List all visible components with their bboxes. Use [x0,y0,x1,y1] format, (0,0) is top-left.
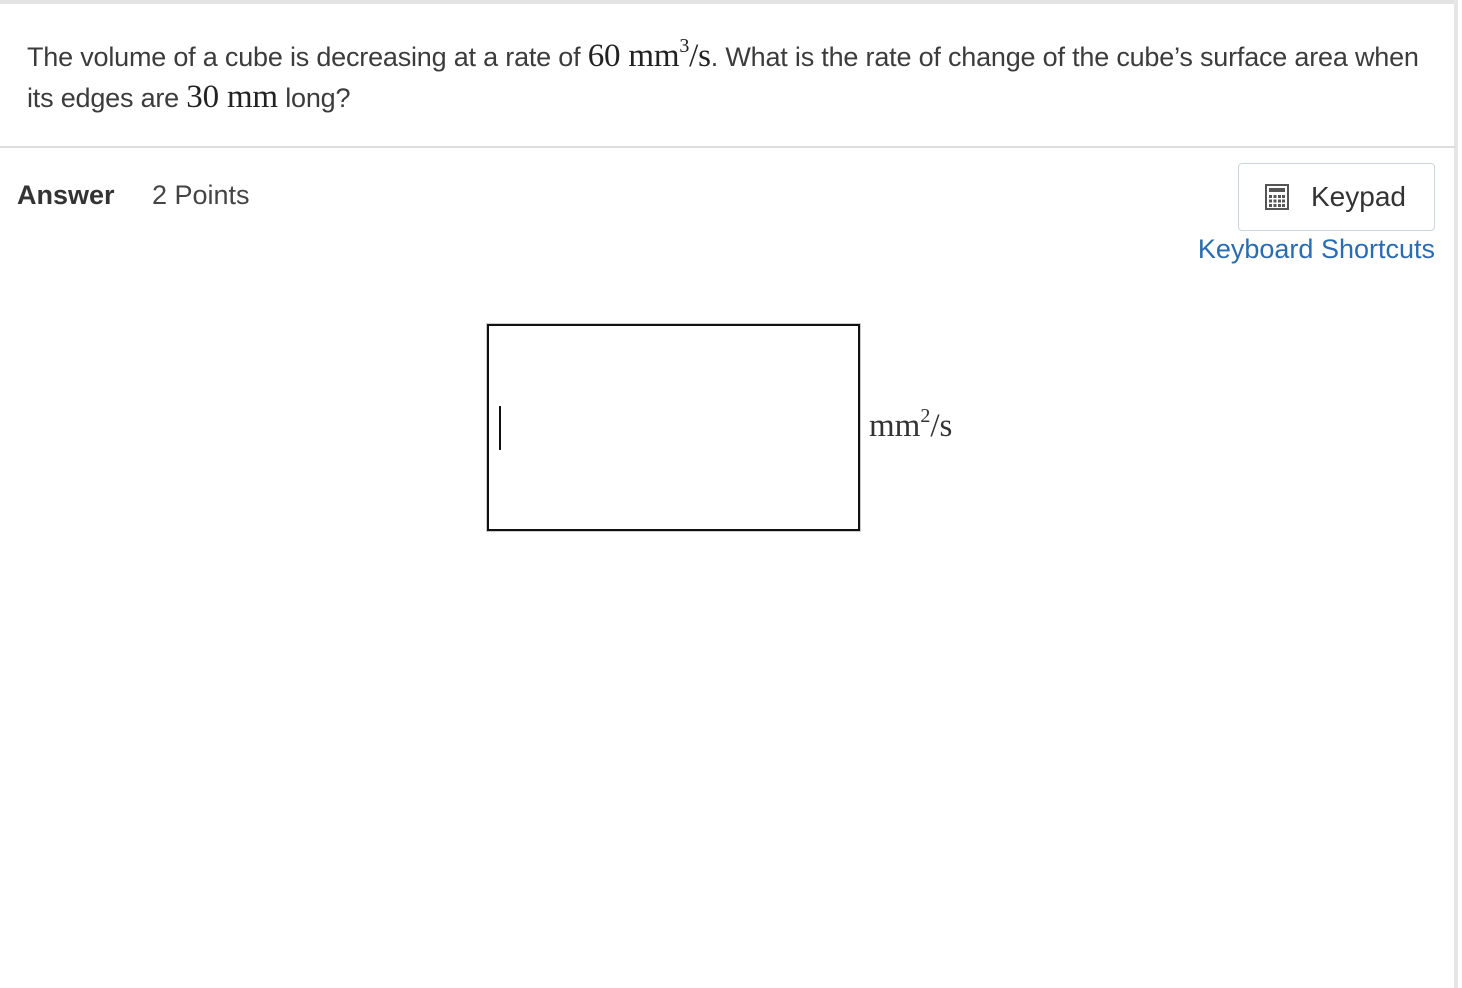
answer-input[interactable] [486,323,861,532]
question-part-1: The volume of a cube is decreasing at a … [27,42,588,72]
answer-unit-base: mm [869,408,921,444]
keypad-label: Keypad [1311,181,1406,212]
keyboard-shortcuts-link[interactable]: Keyboard Shortcuts [1198,234,1435,265]
points-label: 2 Points [152,180,250,210]
rate-math: 60 mm3/s [587,35,711,74]
text-caret [499,406,501,450]
top-divider [0,0,1456,4]
question-text: The volume of a cube is decreasing at a … [27,36,1427,118]
rate-value: 60 [587,38,621,74]
answer-unit-exponent: 2 [920,405,931,427]
edge-value: 30 [186,79,219,115]
edge-unit: mm [226,79,278,115]
answer-unit-tail: /s [930,408,953,444]
rate-unit-exponent: 3 [679,35,690,57]
question-part-3: long? [277,83,351,113]
keypad-button[interactable]: Keypad [1238,163,1435,231]
edge-math: 30 mm [186,79,278,115]
rate-unit-tail: /s [689,38,711,74]
right-divider [1454,0,1458,988]
question-divider [0,146,1456,148]
calculator-icon [1265,184,1289,210]
answer-label: Answer [17,180,115,210]
rate-unit-base: mm [628,38,680,74]
answer-unit: mm2/s [869,405,953,445]
